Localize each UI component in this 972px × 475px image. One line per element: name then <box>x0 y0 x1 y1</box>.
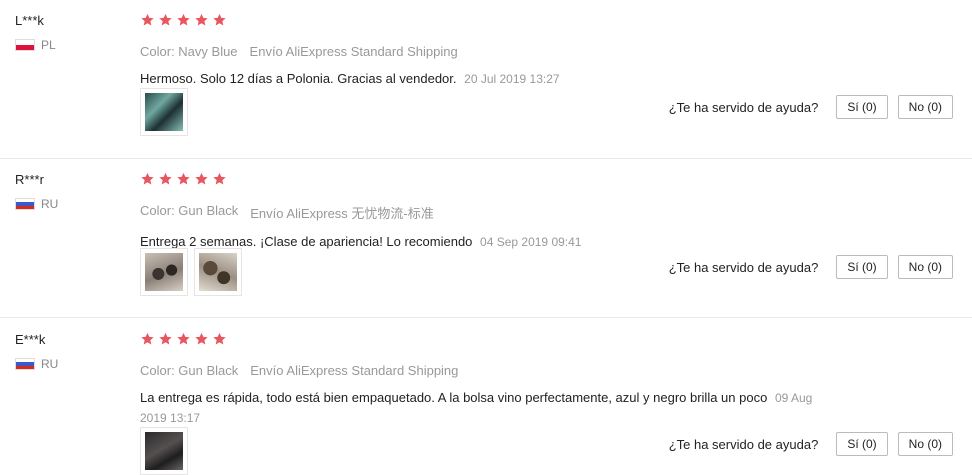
russia-flag-icon <box>15 198 35 210</box>
star-icon <box>213 172 226 185</box>
review-photo-thumbnail[interactable] <box>140 88 188 136</box>
review-content: Color: Gun Black Envío AliExpress 无忧物流-标… <box>140 169 820 252</box>
review-meta: Color: Gun Black Envío AliExpress Standa… <box>140 363 820 378</box>
star-icon <box>177 332 190 345</box>
star-rating <box>140 329 820 349</box>
reviewer-country: RU <box>15 357 125 371</box>
star-icon <box>195 172 208 185</box>
review-item: L***k PL Color: Navy Blue Envío AliExpre… <box>0 0 972 159</box>
review-meta: Color: Navy Blue Envío AliExpress Standa… <box>140 44 820 59</box>
helpful-no-button[interactable]: No (0) <box>897 95 953 119</box>
helpful-votes: ¿Te ha servido de ayuda? Sí (0) No (0) <box>669 95 953 119</box>
reviewer-name: E***k <box>15 332 46 347</box>
review-item: R***r RU Color: Gun Black Envío AliExpre… <box>0 159 972 318</box>
helpful-yes-button[interactable]: Sí (0) <box>836 95 888 119</box>
reviewer-info: R***r RU <box>15 171 125 211</box>
reviewer-name: L***k <box>15 13 44 28</box>
review-photo-thumbnail[interactable] <box>140 248 188 296</box>
review-photos <box>140 248 248 296</box>
review-date: 04 Sep 2019 09:41 <box>480 235 582 249</box>
country-code: RU <box>41 197 59 211</box>
reviewer-info: L***k PL <box>15 12 125 52</box>
star-rating <box>140 169 820 189</box>
product-color: Color: Navy Blue <box>140 44 238 59</box>
review-content: Color: Navy Blue Envío AliExpress Standa… <box>140 10 820 89</box>
review-meta: Color: Gun Black Envío AliExpress 无忧物流-标… <box>140 203 820 222</box>
product-color: Color: Gun Black <box>140 203 239 218</box>
reviewer-country: PL <box>15 38 125 52</box>
country-code: RU <box>41 357 59 371</box>
star-icon <box>141 172 154 185</box>
star-icon <box>213 332 226 345</box>
reviewer-name: R***r <box>15 172 44 187</box>
review-text-line: Hermoso. Solo 12 días a Polonia. Gracias… <box>140 69 820 89</box>
star-icon <box>141 13 154 26</box>
star-icon <box>159 332 172 345</box>
shipping-method: Envío AliExpress Standard Shipping <box>249 44 458 59</box>
review-photo-thumbnail[interactable] <box>194 248 242 296</box>
review-text: La entrega es rápida, todo está bien emp… <box>140 390 768 405</box>
star-icon <box>159 13 172 26</box>
reviewer-info: E***k RU <box>15 331 125 371</box>
star-icon <box>141 332 154 345</box>
russia-flag-icon <box>15 358 35 370</box>
reviewer-country: RU <box>15 197 125 211</box>
country-code: PL <box>41 38 56 52</box>
review-item: E***k RU Color: Gun Black Envío AliExpre… <box>0 319 972 475</box>
helpful-question: ¿Te ha servido de ayuda? <box>668 436 819 452</box>
helpful-votes: ¿Te ha servido de ayuda? Sí (0) No (0) <box>669 255 953 279</box>
helpful-question: ¿Te ha servido de ayuda? <box>668 99 819 115</box>
helpful-yes-button[interactable]: Sí (0) <box>836 432 888 456</box>
review-text: Hermoso. Solo 12 días a Polonia. Gracias… <box>140 71 457 86</box>
review-photo-thumbnail[interactable] <box>140 427 188 475</box>
review-text: Entrega 2 semanas. ¡Clase de apariencia!… <box>140 234 473 249</box>
star-icon <box>195 332 208 345</box>
helpful-no-button[interactable]: No (0) <box>897 255 953 279</box>
star-icon <box>195 13 208 26</box>
helpful-no-button[interactable]: No (0) <box>897 432 953 456</box>
star-icon <box>177 172 190 185</box>
product-color: Color: Gun Black <box>140 363 239 378</box>
helpful-votes: ¿Te ha servido de ayuda? Sí (0) No (0) <box>669 432 953 456</box>
helpful-question: ¿Te ha servido de ayuda? <box>668 259 819 275</box>
star-icon <box>213 13 226 26</box>
helpful-yes-button[interactable]: Sí (0) <box>836 255 888 279</box>
shipping-method: Envío AliExpress Standard Shipping <box>250 363 459 378</box>
star-rating <box>140 10 820 30</box>
star-icon <box>159 172 172 185</box>
review-date: 20 Jul 2019 13:27 <box>464 72 560 86</box>
star-icon <box>177 13 190 26</box>
review-photos <box>140 88 194 136</box>
review-photos <box>140 427 194 475</box>
shipping-method: Envío AliExpress 无忧物流-标准 <box>250 206 434 221</box>
poland-flag-icon <box>15 39 35 51</box>
review-text-line: La entrega es rápida, todo está bien emp… <box>140 388 820 428</box>
review-content: Color: Gun Black Envío AliExpress Standa… <box>140 329 820 428</box>
